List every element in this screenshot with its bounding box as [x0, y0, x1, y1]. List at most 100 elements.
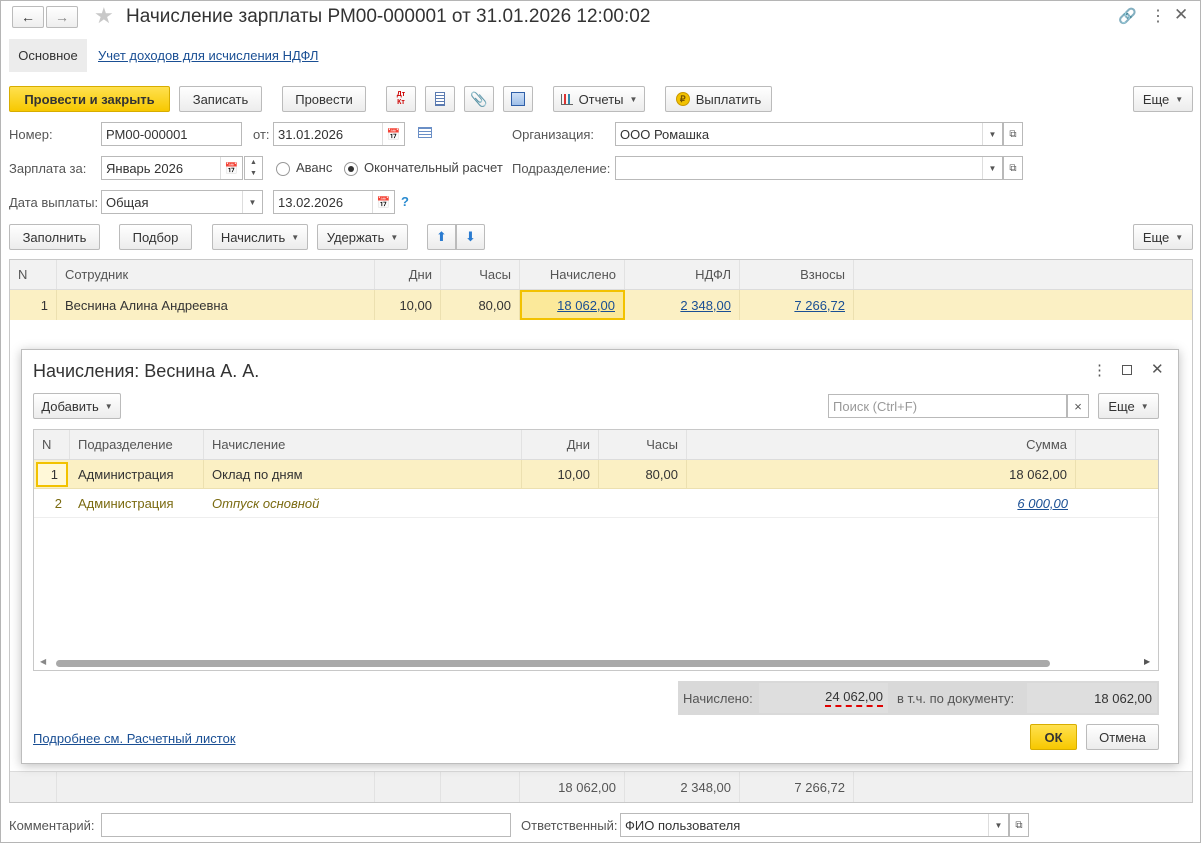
pay-label: Выплатить — [695, 91, 762, 107]
number-field[interactable]: РМ00-000001 — [101, 122, 242, 146]
payslip-link[interactable]: Подробнее см. Расчетный листок — [33, 731, 236, 746]
table-row[interactable]: 2 Администрация Отпуск основной 6 000,00 — [34, 489, 1158, 518]
back-button[interactable]: ← — [12, 6, 44, 28]
ok-button[interactable]: ОК — [1030, 724, 1077, 750]
horizontal-scrollbar[interactable]: ◀ ▶ — [34, 656, 1158, 670]
col-days[interactable]: Дни — [522, 430, 599, 459]
move-down-button[interactable]: ⬇ — [456, 224, 485, 250]
move-up-button[interactable]: ⬆ — [427, 224, 456, 250]
more-button-top[interactable]: Еще ▼ — [1133, 86, 1193, 112]
row-days: 10,00 — [375, 290, 441, 320]
advance-label: Аванс — [296, 160, 333, 175]
add-dropdown[interactable]: Добавить ▼ — [33, 393, 121, 419]
date-field[interactable]: 31.01.2026 📅 — [273, 122, 405, 146]
org-select[interactable]: ООО Ромашка ▼ — [615, 122, 1003, 146]
row-sum-cell[interactable]: 6 000,00 — [687, 489, 1076, 517]
tab-main[interactable]: Основное — [9, 39, 87, 72]
calendar-icon[interactable]: 📅 — [382, 123, 404, 145]
link-icon[interactable]: 🔗 — [1118, 7, 1137, 25]
row-sum-link[interactable]: 6 000,00 — [1017, 496, 1068, 511]
table-row[interactable]: 1 Веснина Алина Андреевна 10,00 80,00 18… — [10, 290, 1192, 320]
maximize-icon[interactable] — [1122, 365, 1132, 375]
accrue-dropdown[interactable]: Начислить ▼ — [212, 224, 308, 250]
add-label: Добавить — [41, 398, 99, 414]
col-employee[interactable]: Сотрудник — [57, 260, 375, 289]
responsible-select[interactable]: ФИО пользователя ▼ — [620, 813, 1009, 837]
doc-label: в т.ч. по документу: — [897, 691, 1015, 706]
col-sum[interactable]: Сумма — [687, 430, 1076, 459]
chevron-down-icon[interactable]: ▼ — [982, 157, 1002, 179]
chevron-down-icon[interactable]: ▼ — [982, 123, 1002, 145]
paydate-type-select[interactable]: Общая ▼ — [101, 190, 263, 214]
col-dept[interactable]: Подразделение — [70, 430, 204, 459]
chevron-down-icon[interactable]: ▼ — [242, 191, 262, 213]
document-list-button[interactable] — [425, 86, 455, 112]
post-and-close-button[interactable]: Провести и закрыть — [9, 86, 170, 112]
col-days[interactable]: Дни — [375, 260, 441, 289]
accruals-dialog: Начисления: Веснина А. А. ⋮ ✕ Добавить ▼ … — [21, 349, 1179, 764]
salary-month-field[interactable]: Январь 2026 📅 — [101, 156, 243, 180]
favorite-star-icon[interactable]: ★ — [94, 3, 114, 29]
scroll-left-icon[interactable]: ◀ — [40, 657, 46, 666]
dt-kt-button[interactable]: Дт Кт — [386, 86, 416, 112]
paydate-type-value: Общая — [106, 194, 149, 210]
col-accrued[interactable]: Начислено — [520, 260, 625, 289]
row-contrib-cell[interactable]: 7 266,72 — [740, 290, 854, 320]
col-contrib[interactable]: Взносы — [740, 260, 854, 289]
final-radio[interactable]: Окончательный расчет — [344, 160, 503, 176]
post-button[interactable]: Провести — [282, 86, 366, 112]
save-button[interactable]: Записать — [179, 86, 262, 112]
forward-button[interactable]: → — [46, 6, 78, 28]
row-ndfl-cell[interactable]: 2 348,00 — [625, 290, 740, 320]
scrollbar-thumb[interactable] — [56, 660, 1050, 667]
calendar-icon[interactable]: 📅 — [220, 157, 242, 179]
structure-button[interactable] — [503, 86, 533, 112]
chevron-down-icon: ▼ — [104, 401, 113, 411]
col-hours[interactable]: Часы — [441, 260, 520, 289]
attach-button[interactable]: 📎 — [464, 86, 494, 112]
chart-icon — [560, 93, 573, 105]
col-n[interactable]: N — [10, 260, 57, 289]
tab-ndfl[interactable]: Учет доходов для исчисления НДФЛ — [98, 48, 318, 63]
calendar-icon[interactable]: 📅 — [372, 191, 394, 213]
row-hours: 80,00 — [441, 290, 520, 320]
kebab-menu-icon[interactable]: ⋮ — [1150, 6, 1166, 26]
row-employee: Веснина Алина Андреевна — [57, 290, 375, 320]
footer-contrib: 7 266,72 — [740, 772, 854, 802]
search-input[interactable]: Поиск (Ctrl+F) — [828, 394, 1067, 418]
col-hours[interactable]: Часы — [599, 430, 687, 459]
reports-dropdown[interactable]: Отчеты ▼ — [553, 86, 645, 112]
row-ndfl-link[interactable]: 2 348,00 — [680, 298, 731, 313]
withhold-dropdown[interactable]: Удержать ▼ — [317, 224, 408, 250]
close-icon[interactable]: ✕ — [1151, 360, 1164, 378]
row-accrued-cell[interactable]: 18 062,00 — [520, 290, 625, 320]
row-accrued-link[interactable]: 18 062,00 — [557, 298, 615, 313]
cancel-button[interactable]: Отмена — [1086, 724, 1159, 750]
paydate-field[interactable]: 13.02.2026 📅 — [273, 190, 395, 214]
scroll-right-icon[interactable]: ▶ — [1144, 657, 1150, 666]
row-dept: Администрация — [70, 460, 204, 488]
responsible-open-button[interactable]: ⧉ — [1009, 813, 1029, 837]
advance-radio[interactable]: Аванс — [276, 160, 332, 176]
col-accrual[interactable]: Начисление — [204, 430, 522, 459]
table-row[interactable]: 1 Администрация Оклад по дням 10,00 80,0… — [34, 460, 1158, 489]
org-open-button[interactable]: ⧉ — [1003, 122, 1023, 146]
col-ndfl[interactable]: НДФЛ — [625, 260, 740, 289]
fill-button[interactable]: Заполнить — [9, 224, 100, 250]
help-icon[interactable]: ? — [401, 194, 409, 209]
col-n[interactable]: N — [34, 430, 70, 459]
comment-input[interactable] — [101, 813, 511, 837]
dialog-more-button[interactable]: Еще ▼ — [1098, 393, 1159, 419]
pay-button[interactable]: ₽ Выплатить — [665, 86, 772, 112]
dept-open-button[interactable]: ⧉ — [1003, 156, 1023, 180]
month-stepper[interactable]: ▲ ▼ — [244, 156, 263, 180]
dept-select[interactable]: ▼ — [615, 156, 1003, 180]
select-button[interactable]: Подбор — [119, 224, 192, 250]
arrow-up-icon: ⬆ — [436, 229, 447, 244]
chevron-down-icon[interactable]: ▼ — [988, 814, 1008, 836]
close-icon[interactable]: ✕ — [1174, 5, 1188, 25]
more-button-table[interactable]: Еще ▼ — [1133, 224, 1193, 250]
kebab-menu-icon[interactable]: ⋮ — [1092, 361, 1107, 379]
search-clear-button[interactable]: × — [1067, 394, 1089, 418]
row-contrib-link[interactable]: 7 266,72 — [794, 298, 845, 313]
